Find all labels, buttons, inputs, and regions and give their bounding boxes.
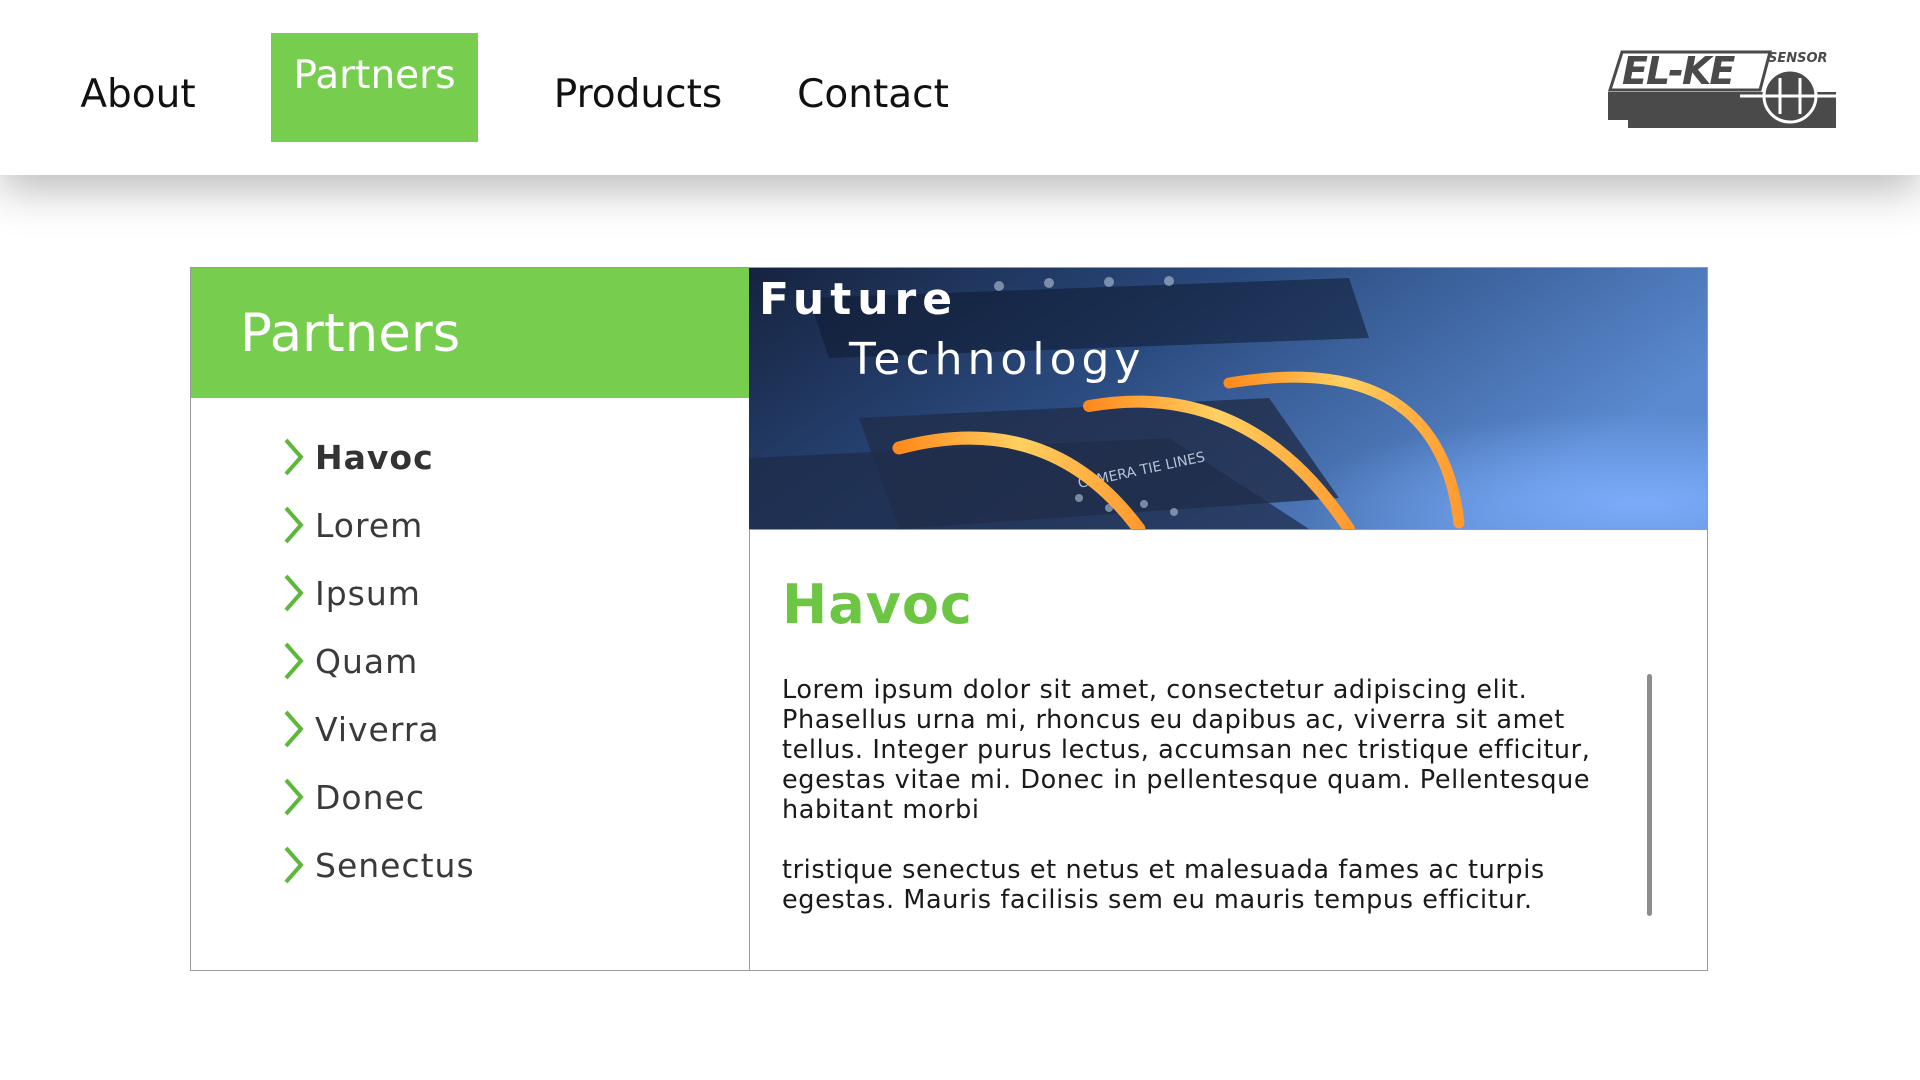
chevron-right-icon — [284, 642, 304, 680]
sidebar-item-label: Lorem — [315, 505, 424, 545]
banner-line-technology: Technology — [848, 334, 1145, 385]
sidebar-item-label: Havoc — [315, 437, 434, 477]
sidebar-item-label: Viverra — [315, 709, 440, 749]
nav-products[interactable]: Products — [553, 33, 723, 142]
nav-partners[interactable]: Partners — [271, 33, 478, 142]
sidebar-item-label: Senectus — [315, 845, 475, 885]
sidebar-item-donec[interactable]: Donec — [281, 763, 475, 831]
sidebar-item-lorem[interactable]: Lorem — [281, 491, 475, 559]
content-panel: Partners Havoc Lorem Ipsum Quam Viverra — [190, 267, 1708, 971]
sidebar-item-label: Donec — [315, 777, 425, 817]
sidebar-item-quam[interactable]: Quam — [281, 627, 475, 695]
sidebar-item-ipsum[interactable]: Ipsum — [281, 559, 475, 627]
sidebar-item-viverra[interactable]: Viverra — [281, 695, 475, 763]
chevron-right-icon — [284, 710, 304, 748]
chevron-right-icon — [284, 574, 304, 612]
nav-contact[interactable]: Contact — [797, 33, 949, 142]
chevron-right-icon — [284, 778, 304, 816]
content-title: Havoc — [782, 573, 973, 636]
sidebar-title: Partners — [191, 268, 749, 398]
banner-line-future: Future — [759, 274, 958, 325]
elke-sensor-logo[interactable]: EL-KE SENSOR — [1600, 49, 1836, 130]
content-paragraph: Lorem ipsum dolor sit amet, consectetur … — [782, 675, 1591, 825]
sidebar-item-senectus[interactable]: Senectus — [281, 831, 475, 899]
chevron-right-icon — [284, 506, 304, 544]
sidebar-item-label: Quam — [315, 641, 419, 681]
sidebar-item-havoc[interactable]: Havoc — [281, 423, 475, 491]
partners-list: Havoc Lorem Ipsum Quam Viverra Donec Sen… — [281, 423, 475, 899]
partners-sidebar: Partners Havoc Lorem Ipsum Quam Viverra — [191, 268, 750, 970]
content-paragraph: tristique senectus et netus et malesuada… — [782, 855, 1545, 915]
chevron-right-icon — [284, 438, 304, 476]
nav-about[interactable]: About — [80, 33, 196, 142]
content-body: Lorem ipsum dolor sit amet, consectetur … — [782, 675, 1622, 945]
top-navigation-bar: About Partners Products Contact EL-KE SE… — [0, 0, 1920, 175]
future-technology-banner: CAMERA TIE LINES Future Technology — [749, 268, 1707, 530]
logo-brand-text: EL-KE — [1622, 50, 1735, 93]
logo-sub-text: SENSOR — [1768, 51, 1828, 66]
sidebar-item-label: Ipsum — [315, 573, 421, 613]
content-scrollbar[interactable] — [1647, 674, 1652, 916]
chevron-right-icon — [284, 846, 304, 884]
